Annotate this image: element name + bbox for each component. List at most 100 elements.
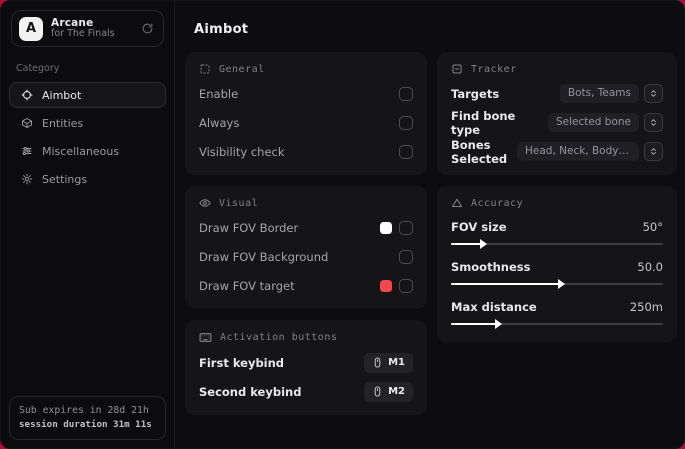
fov-border-checkbox[interactable]	[399, 220, 413, 235]
setting-row-fov-size: FOV size 50°	[451, 219, 663, 249]
second-keybind-button[interactable]: M2	[364, 381, 413, 402]
triangle-icon	[451, 197, 463, 209]
fov-target-checkbox[interactable]	[399, 278, 413, 293]
setting-row-targets: Targets Bots, Teams	[451, 83, 663, 104]
card-visual-header: Visual	[199, 197, 413, 209]
max-distance-slider[interactable]	[451, 319, 663, 329]
fov-size-slider[interactable]	[451, 239, 663, 249]
card-activation-buttons: Activation buttons First keybind M1 Seco…	[185, 320, 427, 415]
sliders-icon	[21, 145, 33, 157]
sync-icon[interactable]	[141, 22, 154, 35]
smoothness-slider[interactable]	[451, 279, 663, 289]
column-left: General Enable Always Visibility check V…	[185, 52, 427, 426]
bones-selected-select[interactable]: Head, Neck, Body, Fe..	[517, 142, 663, 161]
card-title: Tracker	[471, 63, 517, 75]
setting-label: Enable	[199, 86, 239, 101]
card-tracker-header: Tracker	[451, 63, 663, 75]
main-content: Aimbot General Enable Always Visibility …	[175, 1, 684, 448]
sidebar-item-label: Entities	[42, 116, 84, 130]
find-bone-type-select[interactable]: Selected bone	[547, 113, 663, 132]
app-window: A Arcane for The Finals Category Aimbot	[0, 0, 685, 449]
dashed-box-icon	[199, 63, 211, 75]
crosshair-icon	[21, 89, 33, 101]
chevrons-up-down-icon	[644, 142, 663, 161]
select-value: Bots, Teams	[559, 84, 639, 103]
subscription-expiry: Sub expires in 28d 21h	[19, 405, 149, 416]
card-activation-header: Activation buttons	[199, 331, 413, 344]
mouse-icon	[372, 386, 383, 397]
session-duration: session duration 31m 11s	[19, 419, 152, 430]
slider-thumb[interactable]	[494, 319, 502, 329]
slider-fill	[451, 279, 566, 289]
mouse-icon	[372, 357, 383, 368]
card-general: General Enable Always Visibility check	[185, 52, 427, 175]
slider-thumb[interactable]	[479, 239, 487, 249]
setting-label: Second keybind	[199, 384, 302, 399]
sidebar-item-label: Aimbot	[42, 88, 82, 102]
sidebar-item-label: Settings	[42, 172, 88, 186]
setting-row-fov-background: Draw FOV Background	[199, 246, 413, 267]
setting-row-fov-target: Draw FOV target	[199, 275, 413, 296]
setting-row-first-keybind: First keybind M1	[199, 352, 413, 373]
setting-row-smoothness: Smoothness 50.0	[451, 259, 663, 289]
page-title: Aimbot	[194, 22, 249, 37]
card-title: General	[219, 63, 265, 75]
fov-background-checkbox[interactable]	[399, 249, 413, 264]
brand-subtitle: for The Finals	[51, 28, 115, 40]
brand-card: A Arcane for The Finals	[11, 10, 164, 47]
setting-value: 50°	[642, 220, 663, 234]
brand-logo: A	[19, 16, 43, 41]
setting-row-visibility-check: Visibility check	[199, 141, 413, 162]
cube-icon	[21, 117, 33, 129]
setting-label: Draw FOV Background	[199, 249, 329, 264]
first-keybind-button[interactable]: M1	[364, 352, 413, 373]
card-accuracy-header: Accuracy	[451, 197, 663, 209]
setting-row-find-bone-type: Find bone type Selected bone	[451, 109, 663, 137]
setting-label: First keybind	[199, 355, 285, 370]
sidebar-item-miscellaneous[interactable]: Miscellaneous	[9, 138, 166, 164]
setting-label: Targets	[451, 86, 500, 101]
setting-label: Find bone type	[451, 108, 516, 137]
setting-label: Bones Selected	[451, 137, 508, 166]
setting-label: Draw FOV target	[199, 278, 295, 293]
card-visual: Visual Draw FOV Border Draw FOV Backgrou…	[185, 186, 427, 309]
slider-thumb[interactable]	[558, 279, 566, 289]
card-general-header: General	[199, 63, 413, 75]
sidebar-item-settings[interactable]: Settings	[9, 166, 166, 192]
subscription-info: Sub expires in 28d 21h session duration …	[9, 396, 166, 440]
eye-icon	[199, 197, 211, 209]
setting-label: Smoothness	[451, 260, 531, 274]
targets-select[interactable]: Bots, Teams	[559, 84, 663, 103]
sidebar-item-entities[interactable]: Entities	[9, 110, 166, 136]
always-checkbox[interactable]	[399, 115, 413, 130]
setting-row-fov-border: Draw FOV Border	[199, 217, 413, 238]
setting-value: 250m	[629, 300, 663, 314]
column-right: Tracker Targets Bots, Teams Find bone ty…	[437, 52, 677, 353]
select-value: Selected bone	[547, 113, 639, 132]
sidebar-item-label: Miscellaneous	[42, 144, 120, 158]
setting-row-bones-selected: Bones Selected Head, Neck, Body, Fe..	[451, 138, 663, 166]
keybind-value: M2	[388, 386, 405, 397]
card-title: Accuracy	[471, 197, 524, 209]
sidebar-nav: Aimbot Entities Miscellaneous Settings	[1, 81, 174, 193]
setting-label: Visibility check	[199, 144, 285, 159]
enable-checkbox[interactable]	[399, 86, 413, 101]
setting-row-enable: Enable	[199, 83, 413, 104]
card-accuracy: Accuracy FOV size 50° Smoothness 50.0 Ma…	[437, 186, 677, 342]
setting-label: Always	[199, 115, 240, 130]
card-title: Visual	[219, 197, 259, 209]
sidebar-item-aimbot[interactable]: Aimbot	[9, 82, 166, 108]
setting-row-always: Always	[199, 112, 413, 133]
fov-target-color-swatch[interactable]	[380, 279, 392, 292]
fov-border-color-swatch[interactable]	[380, 221, 392, 234]
card-columns: General Enable Always Visibility check V…	[185, 52, 677, 426]
visibility-check-checkbox[interactable]	[399, 144, 413, 159]
brand-text: Arcane for The Finals	[51, 17, 115, 40]
card-title: Activation buttons	[220, 332, 338, 343]
card-tracker: Tracker Targets Bots, Teams Find bone ty…	[437, 52, 677, 175]
chevrons-up-down-icon	[644, 84, 663, 103]
setting-value: 50.0	[637, 260, 663, 274]
setting-label: Max distance	[451, 300, 537, 314]
setting-row-max-distance: Max distance 250m	[451, 299, 663, 329]
slider-fill	[451, 319, 502, 329]
